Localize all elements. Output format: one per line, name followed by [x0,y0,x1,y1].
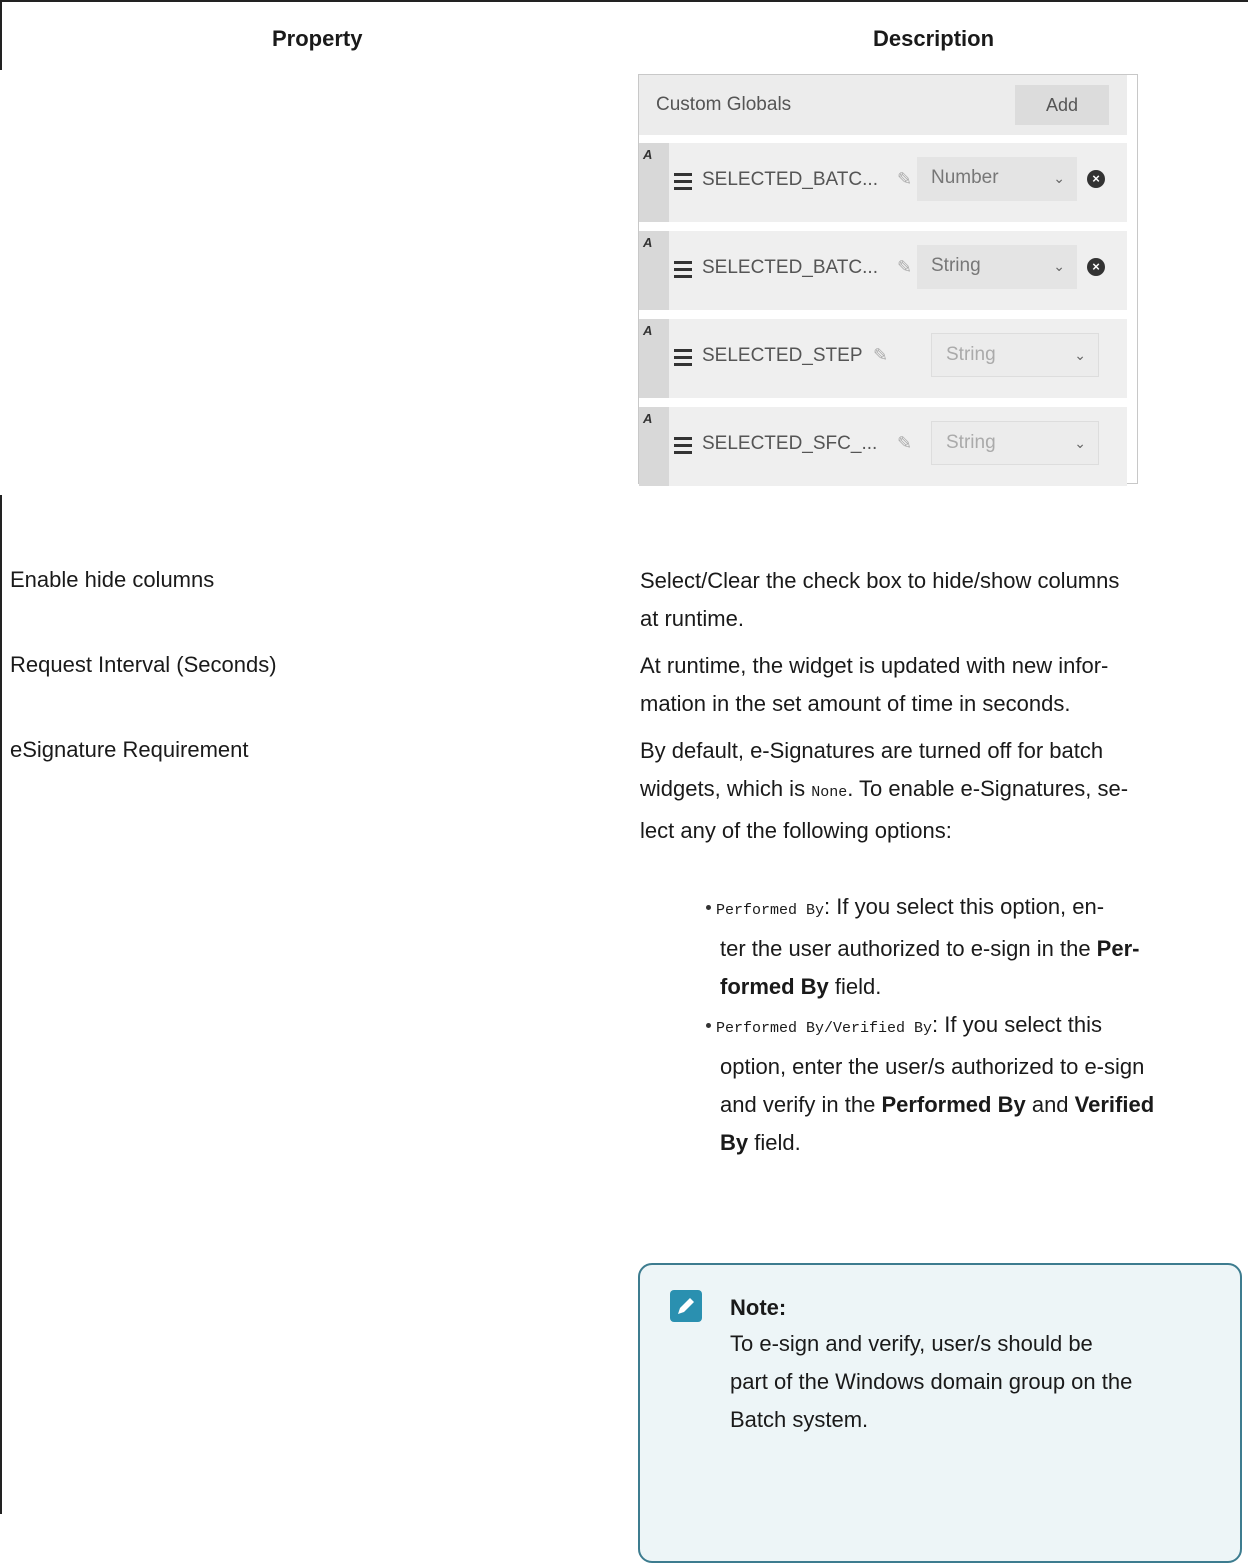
type-select[interactable]: String ⌄ [931,421,1099,465]
row-badge: A [643,147,653,162]
remove-icon[interactable]: × [1087,258,1105,276]
bullet-icon [706,905,711,910]
drag-handle-icon[interactable] [674,173,692,194]
pencil-icon[interactable]: ✎ [897,433,912,454]
remove-icon[interactable]: × [1087,170,1105,188]
pencil-icon[interactable]: ✎ [897,257,912,278]
custom-globals-screenshot: Custom Globals Add A SELECTED_BATC... ✎ … [638,74,1138,486]
row-badge: A [643,235,653,250]
global-name: SELECTED_BATC... [702,169,878,190]
code-none: None [811,784,848,801]
description-request-interval: At runtime, the widget is updated with n… [640,653,1109,716]
description-enable-hide-columns: Select/Clear the check box to hide/show … [640,568,1120,631]
drag-handle-icon[interactable] [674,261,692,282]
chevron-down-icon: ⌄ [1053,258,1065,274]
table-left-border-lower [0,495,2,1514]
chevron-down-icon: ⌄ [1074,435,1086,451]
row-badge: A [643,323,653,338]
property-enable-hide-columns: Enable hide columns [10,567,215,592]
description-esignature-requirement: By default, e-Signatures are turned off … [640,738,1129,843]
global-name: SELECTED_SFC_... [702,433,878,454]
global-row: A SELECTED_BATC... ✎ Number ⌄ × [639,143,1127,222]
table-left-border [0,0,2,70]
custom-globals-header: Custom Globals Add [639,75,1127,135]
pencil-icon[interactable]: ✎ [873,345,888,366]
global-name: SELECTED_STEP [702,345,863,366]
global-name: SELECTED_BATC... [702,257,878,278]
property-request-interval: Request Interval (Seconds) [10,652,277,677]
note-title: Note: [730,1295,787,1320]
note-body: To e-sign and verify, user/s should be p… [730,1331,1133,1432]
chevron-down-icon: ⌄ [1074,347,1086,363]
list-item: Performed By: If you select this option,… [706,888,1236,1006]
row-badge: A [643,411,653,426]
drag-handle-icon[interactable] [674,349,692,370]
list-item: Performed By/Verified By: If you select … [706,1006,1236,1162]
type-select[interactable]: String ⌄ [917,245,1077,289]
custom-globals-title: Custom Globals [656,94,792,115]
note-callout: Note: To e-sign and verify, user/s shoul… [638,1263,1242,1563]
bullet-icon [706,1023,711,1028]
option-list: Performed By: If you select this option,… [706,888,1236,1162]
global-row: A SELECTED_SFC_... ✎ String ⌄ [639,407,1127,486]
chevron-down-icon: ⌄ [1053,170,1065,186]
header-property: Property [272,26,363,51]
type-select[interactable]: String ⌄ [931,333,1099,377]
table-top-border [0,0,1248,2]
global-row: A SELECTED_BATC... ✎ String ⌄ × [639,231,1127,310]
add-button[interactable]: Add [1015,85,1109,125]
header-description: Description [873,26,995,51]
type-select[interactable]: Number ⌄ [917,157,1077,201]
property-esignature-requirement: eSignature Requirement [10,737,249,762]
global-row: A SELECTED_STEP ✎ String ⌄ [639,319,1127,398]
pencil-icon[interactable]: ✎ [897,169,912,190]
drag-handle-icon[interactable] [674,437,692,458]
pencil-note-icon [670,1290,702,1322]
